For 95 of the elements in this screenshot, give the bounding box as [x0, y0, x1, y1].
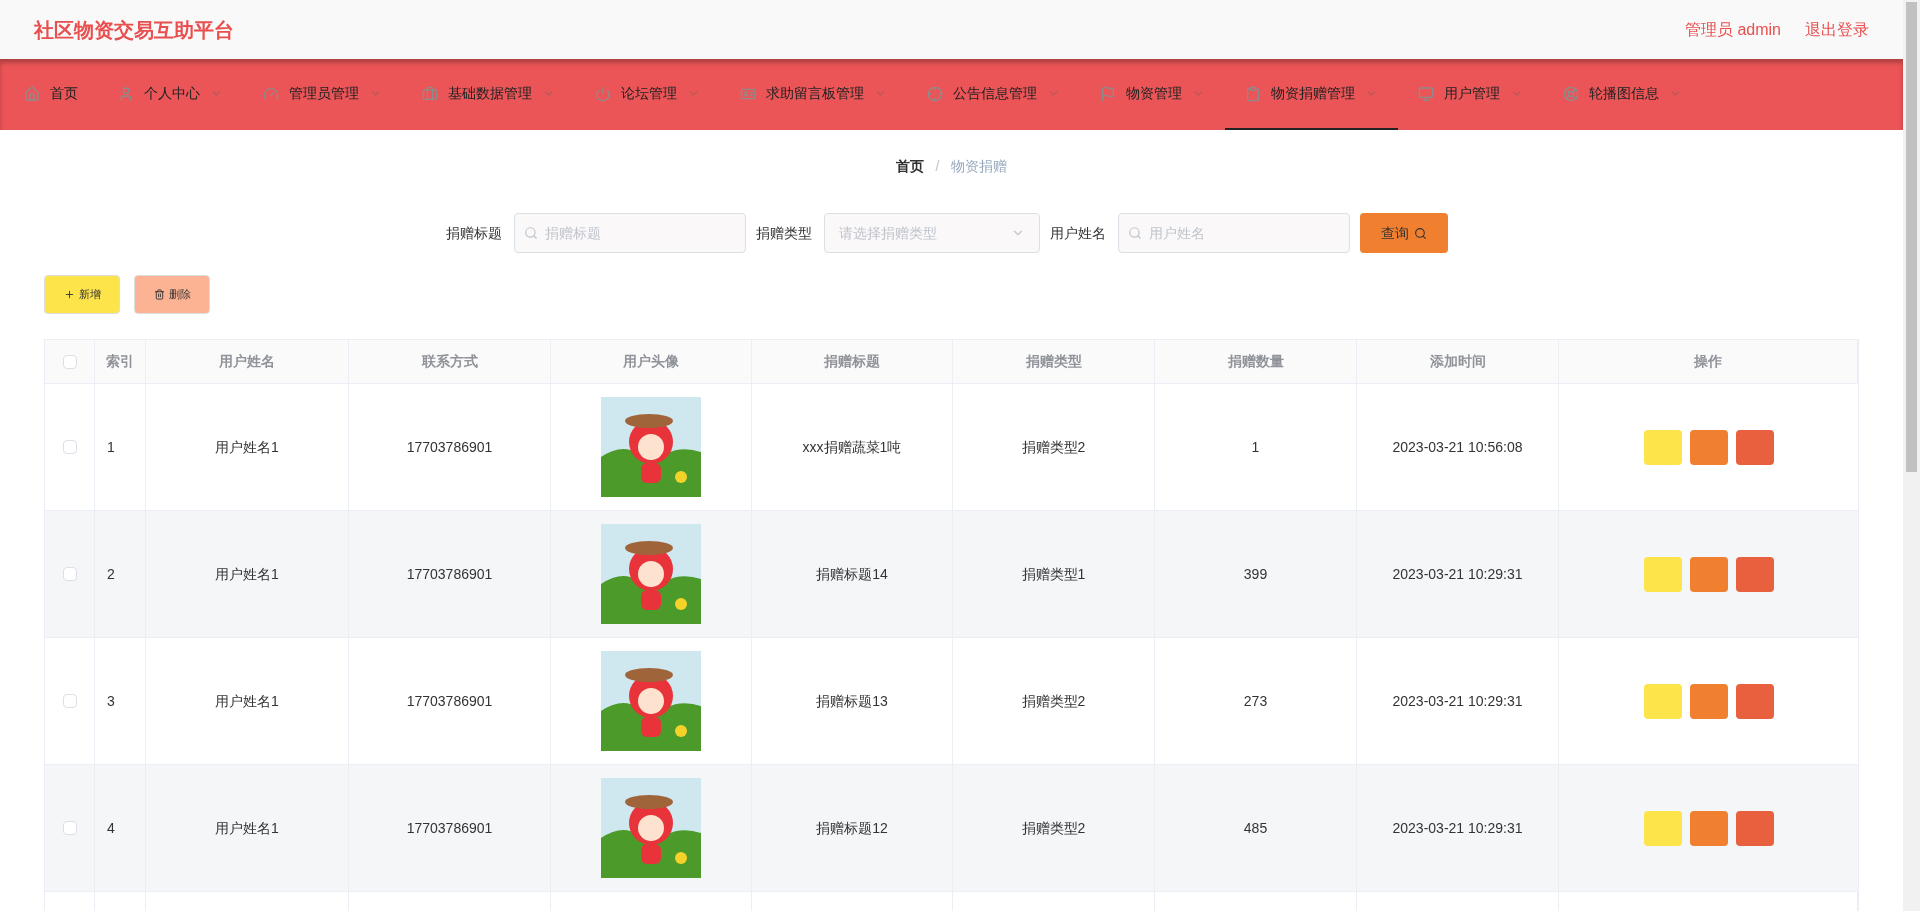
table-cell: 捐赠标题12: [752, 765, 953, 891]
table-cell: 捐赠类型2: [953, 638, 1155, 764]
table-cell: 2023-03-21 10:56:08: [1357, 384, 1559, 510]
table-cell: 2: [95, 511, 146, 637]
nav-icon: [118, 85, 134, 102]
nav-tab[interactable]: 个人中心: [98, 59, 243, 130]
edit-button[interactable]: [1689, 556, 1728, 592]
search-icon: [1127, 226, 1142, 240]
table-cell: 2023-03-21 10:29:31: [1357, 638, 1559, 764]
nav-tab[interactable]: 论坛管理: [575, 59, 720, 130]
table-cell: 1: [95, 384, 146, 510]
search-field[interactable]: 捐赠标题: [513, 213, 746, 253]
view-button[interactable]: [1643, 683, 1682, 719]
column-header: 索引: [95, 340, 146, 383]
table-cell: 399: [1155, 511, 1357, 637]
trash-icon: [153, 289, 165, 300]
edit-button[interactable]: [1689, 810, 1728, 846]
table-cell: 17703786901: [349, 765, 551, 891]
nav-tab[interactable]: 物资捐赠管理: [1225, 59, 1398, 130]
nav-tab[interactable]: 基础数据管理: [402, 59, 575, 130]
table-cell: 捐赠类型2: [953, 384, 1155, 510]
remove-button[interactable]: [1735, 556, 1774, 592]
table-cell: 用户姓名1: [146, 384, 349, 510]
row-checkbox[interactable]: [62, 567, 77, 581]
table-cell: 捐赠标题13: [752, 638, 953, 764]
column-header: 用户头像: [551, 340, 752, 383]
edit-button[interactable]: [1689, 683, 1728, 719]
table-cell: 捐赠类型1: [953, 511, 1155, 637]
edit-button[interactable]: [1689, 429, 1728, 465]
nav-icon: [1563, 85, 1579, 102]
row-checkbox[interactable]: [62, 694, 77, 708]
table-cell: 17703786901: [349, 384, 551, 510]
remove-button[interactable]: [1735, 429, 1774, 465]
column-header: 捐赠数量: [1155, 340, 1357, 383]
delete-button[interactable]: 删除: [134, 275, 210, 314]
site-title: 社区物资交易互助平台: [34, 17, 234, 43]
column-header: 捐赠类型: [953, 340, 1155, 383]
nav-icon: [1418, 85, 1434, 102]
table-cell: 3: [95, 638, 146, 764]
field-label: 捐赠类型: [755, 223, 812, 243]
remove-button[interactable]: [1735, 810, 1774, 846]
nav-tab[interactable]: 首页: [4, 59, 98, 130]
nav-tab[interactable]: 用户管理: [1398, 59, 1543, 130]
column-header: 用户姓名: [146, 340, 349, 383]
remove-button[interactable]: [1735, 683, 1774, 719]
nav-tab[interactable]: 轮播图信息: [1543, 59, 1702, 130]
scrollbar[interactable]: [1903, 0, 1920, 911]
column-header: 操作: [1559, 340, 1858, 383]
view-button[interactable]: [1643, 810, 1682, 846]
row-checkbox[interactable]: [62, 440, 77, 454]
row-checkbox[interactable]: [62, 821, 77, 835]
field-label: 用户姓名: [1049, 223, 1106, 243]
nav-icon: [422, 85, 438, 102]
breadcrumb-item: 物资捐赠: [951, 157, 1008, 176]
nav-tab[interactable]: 公告信息管理: [907, 59, 1080, 130]
column-header: 添加时间: [1357, 340, 1559, 383]
breadcrumb-separator: /: [935, 157, 940, 176]
table-cell: 2023-03-21 10:29:31: [1357, 511, 1559, 637]
table-cell: xxx捐赠蔬菜1吨: [752, 384, 953, 510]
table-cell: 4: [95, 765, 146, 891]
nav-tab[interactable]: 求助留言板管理: [720, 59, 907, 130]
table-cell: 273: [1155, 638, 1357, 764]
table-cell: 用户姓名1: [146, 638, 349, 764]
nav-icon: [1245, 85, 1261, 102]
query-button[interactable]: 查询: [1359, 213, 1448, 253]
table-cell: 用户姓名1: [146, 511, 349, 637]
admin-label: 管理员 admin: [1684, 19, 1781, 40]
plus-icon: [63, 289, 75, 300]
search-field[interactable]: 用户姓名: [1117, 213, 1350, 253]
table-cell: 485: [1155, 765, 1357, 891]
view-button[interactable]: [1643, 556, 1682, 592]
table-cell: 捐赠类型2: [953, 765, 1155, 891]
view-button[interactable]: [1643, 429, 1682, 465]
column-header: 联系方式: [349, 340, 551, 383]
add-button[interactable]: 新增: [44, 275, 120, 314]
table-cell: 2023-03-21 10:29:31: [1357, 765, 1559, 891]
column-header: 捐赠标题: [752, 340, 953, 383]
breadcrumb-item[interactable]: 首页: [895, 156, 924, 177]
table-cell: 1: [1155, 384, 1357, 510]
logout-link[interactable]: 退出登录: [1805, 17, 1869, 42]
table-cell: 17703786901: [349, 638, 551, 764]
table-cell: 用户姓名1: [146, 765, 349, 891]
select-all-checkbox[interactable]: [62, 354, 77, 369]
nav-icon: [24, 85, 40, 102]
nav-icon: [927, 85, 943, 102]
table-cell: 捐赠标题14: [752, 511, 953, 637]
search-icon: [523, 226, 538, 240]
nav-icon: [263, 85, 279, 102]
field-label: 捐赠标题: [445, 223, 502, 243]
nav-tab[interactable]: 物资管理: [1080, 59, 1225, 130]
nav-icon: [1100, 85, 1116, 102]
nav-icon: [595, 85, 611, 102]
table-cell: 17703786901: [349, 511, 551, 637]
search-icon: [1413, 226, 1427, 240]
nav-tab[interactable]: 管理员管理: [243, 59, 402, 130]
